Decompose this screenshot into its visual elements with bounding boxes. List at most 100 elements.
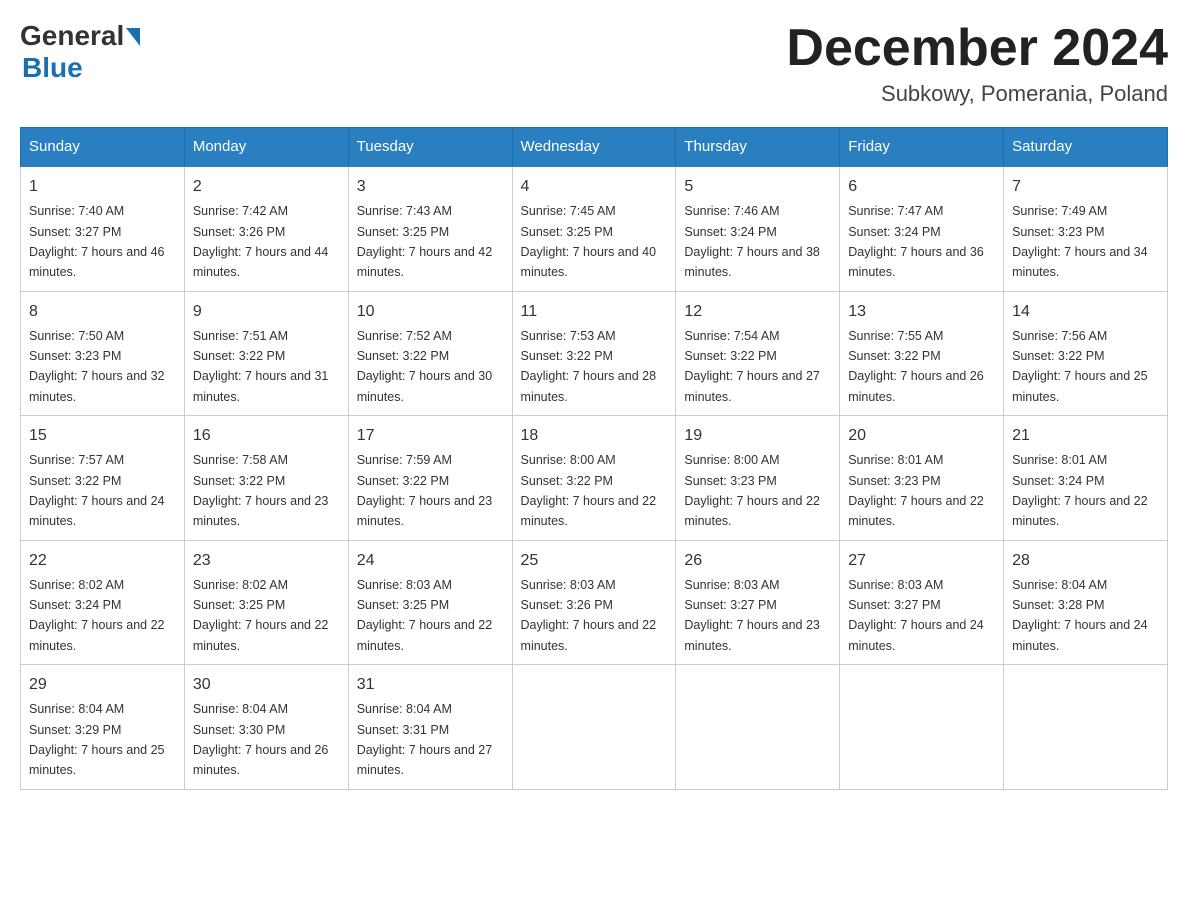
table-row: [676, 665, 840, 790]
table-row: 25 Sunrise: 8:03 AMSunset: 3:26 PMDaylig…: [512, 540, 676, 665]
day-info: Sunrise: 7:40 AMSunset: 3:27 PMDaylight:…: [29, 204, 165, 279]
day-number: 27: [848, 549, 995, 573]
day-number: 17: [357, 424, 504, 448]
table-row: 23 Sunrise: 8:02 AMSunset: 3:25 PMDaylig…: [184, 540, 348, 665]
table-row: 18 Sunrise: 8:00 AMSunset: 3:22 PMDaylig…: [512, 416, 676, 541]
day-number: 7: [1012, 175, 1159, 199]
table-row: [1004, 665, 1168, 790]
day-info: Sunrise: 7:59 AMSunset: 3:22 PMDaylight:…: [357, 453, 493, 528]
day-number: 29: [29, 673, 176, 697]
day-number: 20: [848, 424, 995, 448]
calendar-week-row: 15 Sunrise: 7:57 AMSunset: 3:22 PMDaylig…: [21, 416, 1168, 541]
day-number: 25: [521, 549, 668, 573]
day-info: Sunrise: 7:54 AMSunset: 3:22 PMDaylight:…: [684, 329, 820, 404]
day-number: 13: [848, 300, 995, 324]
day-info: Sunrise: 7:42 AMSunset: 3:26 PMDaylight:…: [193, 204, 329, 279]
day-number: 4: [521, 175, 668, 199]
col-monday: Monday: [184, 128, 348, 167]
logo-general-text: General: [20, 20, 124, 52]
table-row: 17 Sunrise: 7:59 AMSunset: 3:22 PMDaylig…: [348, 416, 512, 541]
day-info: Sunrise: 7:49 AMSunset: 3:23 PMDaylight:…: [1012, 204, 1148, 279]
day-number: 21: [1012, 424, 1159, 448]
table-row: 10 Sunrise: 7:52 AMSunset: 3:22 PMDaylig…: [348, 291, 512, 416]
day-number: 8: [29, 300, 176, 324]
table-row: 3 Sunrise: 7:43 AMSunset: 3:25 PMDayligh…: [348, 166, 512, 291]
table-row: 24 Sunrise: 8:03 AMSunset: 3:25 PMDaylig…: [348, 540, 512, 665]
table-row: 14 Sunrise: 7:56 AMSunset: 3:22 PMDaylig…: [1004, 291, 1168, 416]
table-row: 7 Sunrise: 7:49 AMSunset: 3:23 PMDayligh…: [1004, 166, 1168, 291]
table-row: 11 Sunrise: 7:53 AMSunset: 3:22 PMDaylig…: [512, 291, 676, 416]
day-number: 5: [684, 175, 831, 199]
day-info: Sunrise: 8:03 AMSunset: 3:27 PMDaylight:…: [684, 578, 820, 653]
day-info: Sunrise: 7:51 AMSunset: 3:22 PMDaylight:…: [193, 329, 329, 404]
table-row: 2 Sunrise: 7:42 AMSunset: 3:26 PMDayligh…: [184, 166, 348, 291]
day-info: Sunrise: 8:00 AMSunset: 3:22 PMDaylight:…: [521, 453, 657, 528]
table-row: 1 Sunrise: 7:40 AMSunset: 3:27 PMDayligh…: [21, 166, 185, 291]
day-number: 23: [193, 549, 340, 573]
day-number: 16: [193, 424, 340, 448]
table-row: [840, 665, 1004, 790]
day-info: Sunrise: 7:43 AMSunset: 3:25 PMDaylight:…: [357, 204, 493, 279]
day-number: 11: [521, 300, 668, 324]
day-number: 30: [193, 673, 340, 697]
day-info: Sunrise: 8:03 AMSunset: 3:27 PMDaylight:…: [848, 578, 984, 653]
day-number: 14: [1012, 300, 1159, 324]
location-subtitle: Subkowy, Pomerania, Poland: [786, 81, 1168, 107]
day-info: Sunrise: 7:45 AMSunset: 3:25 PMDaylight:…: [521, 204, 657, 279]
month-year-title: December 2024: [786, 20, 1168, 77]
calendar-week-row: 22 Sunrise: 8:02 AMSunset: 3:24 PMDaylig…: [21, 540, 1168, 665]
col-thursday: Thursday: [676, 128, 840, 167]
day-info: Sunrise: 7:58 AMSunset: 3:22 PMDaylight:…: [193, 453, 329, 528]
day-info: Sunrise: 8:04 AMSunset: 3:29 PMDaylight:…: [29, 702, 165, 777]
table-row: 4 Sunrise: 7:45 AMSunset: 3:25 PMDayligh…: [512, 166, 676, 291]
logo: General Blue: [20, 20, 140, 84]
day-info: Sunrise: 8:01 AMSunset: 3:24 PMDaylight:…: [1012, 453, 1148, 528]
calendar-week-row: 1 Sunrise: 7:40 AMSunset: 3:27 PMDayligh…: [21, 166, 1168, 291]
table-row: 16 Sunrise: 7:58 AMSunset: 3:22 PMDaylig…: [184, 416, 348, 541]
day-info: Sunrise: 8:04 AMSunset: 3:28 PMDaylight:…: [1012, 578, 1148, 653]
day-number: 24: [357, 549, 504, 573]
day-info: Sunrise: 7:46 AMSunset: 3:24 PMDaylight:…: [684, 204, 820, 279]
day-number: 22: [29, 549, 176, 573]
day-number: 18: [521, 424, 668, 448]
calendar-table: Sunday Monday Tuesday Wednesday Thursday…: [20, 127, 1168, 790]
table-row: 13 Sunrise: 7:55 AMSunset: 3:22 PMDaylig…: [840, 291, 1004, 416]
calendar-week-row: 8 Sunrise: 7:50 AMSunset: 3:23 PMDayligh…: [21, 291, 1168, 416]
table-row: [512, 665, 676, 790]
col-wednesday: Wednesday: [512, 128, 676, 167]
day-info: Sunrise: 8:02 AMSunset: 3:24 PMDaylight:…: [29, 578, 165, 653]
day-number: 2: [193, 175, 340, 199]
day-info: Sunrise: 7:52 AMSunset: 3:22 PMDaylight:…: [357, 329, 493, 404]
table-row: 30 Sunrise: 8:04 AMSunset: 3:30 PMDaylig…: [184, 665, 348, 790]
table-row: 27 Sunrise: 8:03 AMSunset: 3:27 PMDaylig…: [840, 540, 1004, 665]
day-info: Sunrise: 7:47 AMSunset: 3:24 PMDaylight:…: [848, 204, 984, 279]
day-number: 26: [684, 549, 831, 573]
table-row: 9 Sunrise: 7:51 AMSunset: 3:22 PMDayligh…: [184, 291, 348, 416]
logo-blue-text: Blue: [22, 52, 83, 84]
page-header: General Blue December 2024 Subkowy, Pome…: [20, 20, 1168, 107]
day-number: 10: [357, 300, 504, 324]
day-info: Sunrise: 7:56 AMSunset: 3:22 PMDaylight:…: [1012, 329, 1148, 404]
day-info: Sunrise: 8:03 AMSunset: 3:25 PMDaylight:…: [357, 578, 493, 653]
day-info: Sunrise: 8:04 AMSunset: 3:31 PMDaylight:…: [357, 702, 493, 777]
day-info: Sunrise: 8:00 AMSunset: 3:23 PMDaylight:…: [684, 453, 820, 528]
day-number: 3: [357, 175, 504, 199]
day-number: 9: [193, 300, 340, 324]
col-saturday: Saturday: [1004, 128, 1168, 167]
table-row: 20 Sunrise: 8:01 AMSunset: 3:23 PMDaylig…: [840, 416, 1004, 541]
col-sunday: Sunday: [21, 128, 185, 167]
day-number: 12: [684, 300, 831, 324]
table-row: 6 Sunrise: 7:47 AMSunset: 3:24 PMDayligh…: [840, 166, 1004, 291]
day-info: Sunrise: 8:01 AMSunset: 3:23 PMDaylight:…: [848, 453, 984, 528]
day-number: 15: [29, 424, 176, 448]
table-row: 29 Sunrise: 8:04 AMSunset: 3:29 PMDaylig…: [21, 665, 185, 790]
table-row: 22 Sunrise: 8:02 AMSunset: 3:24 PMDaylig…: [21, 540, 185, 665]
day-number: 19: [684, 424, 831, 448]
day-number: 31: [357, 673, 504, 697]
calendar-header-row: Sunday Monday Tuesday Wednesday Thursday…: [21, 128, 1168, 167]
day-info: Sunrise: 7:53 AMSunset: 3:22 PMDaylight:…: [521, 329, 657, 404]
table-row: 19 Sunrise: 8:00 AMSunset: 3:23 PMDaylig…: [676, 416, 840, 541]
table-row: 28 Sunrise: 8:04 AMSunset: 3:28 PMDaylig…: [1004, 540, 1168, 665]
day-number: 1: [29, 175, 176, 199]
day-info: Sunrise: 7:57 AMSunset: 3:22 PMDaylight:…: [29, 453, 165, 528]
